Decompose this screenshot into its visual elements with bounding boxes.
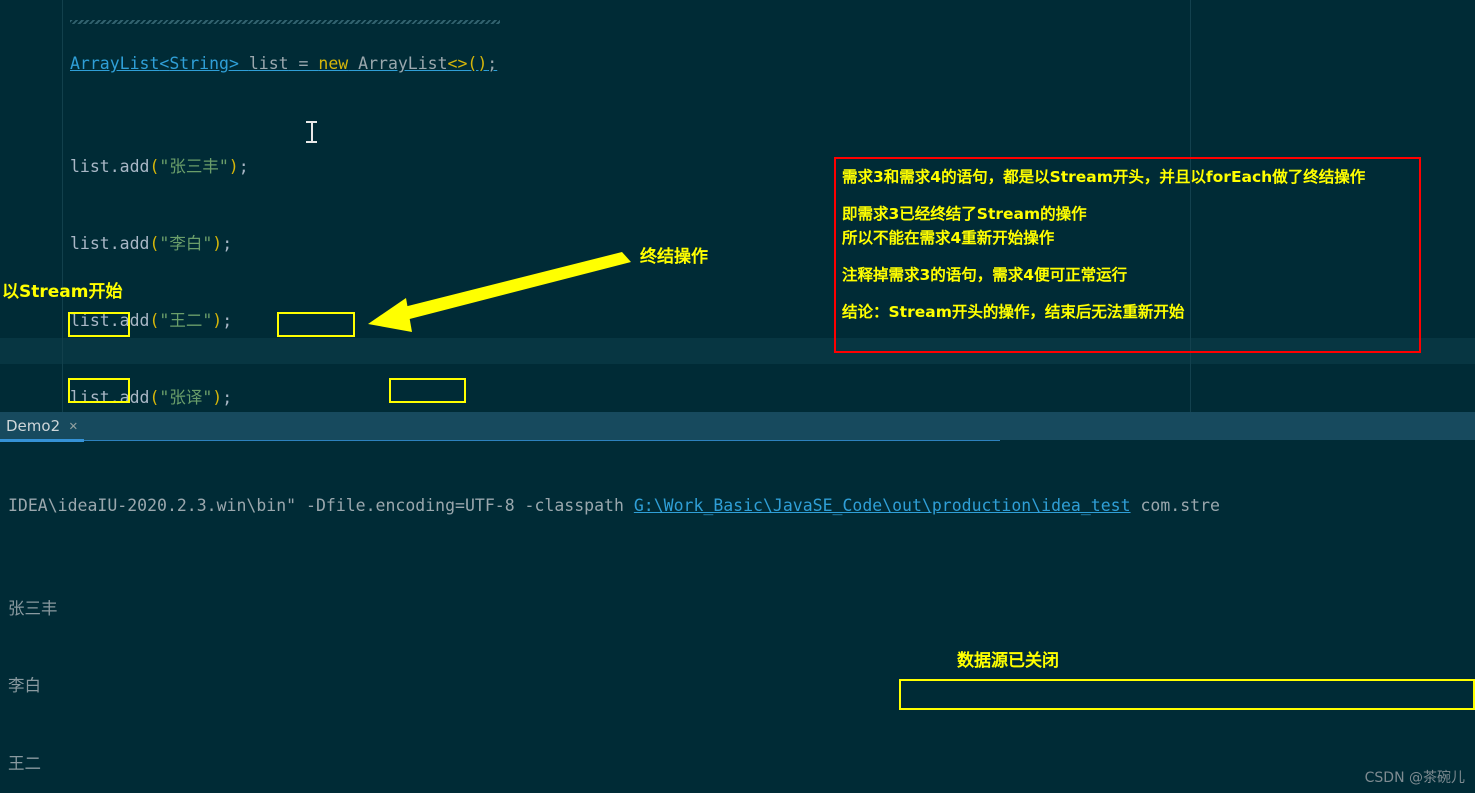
code-line-5: list.add("张译"); (70, 388, 233, 408)
token-name-1: 李白 (169, 234, 203, 254)
token-arraylist: ArrayList (70, 54, 160, 74)
token-name-2: 王二 (169, 311, 203, 331)
token-string-generic: String (169, 54, 229, 74)
mouse-cursor-icon (306, 121, 317, 143)
annotation-stream-start: 以Stream开始 (2, 282, 123, 302)
console-out-1: 李白 (8, 676, 41, 696)
console-out-0: 张三丰 (8, 598, 58, 618)
console-line-command: IDEA\ideaIU-2020.2.3.win\bin" -Dfile.enc… (0, 493, 1475, 519)
token-name-3: 张译 (169, 388, 203, 408)
ide-window: ArrayList<String> list = new ArrayList<>… (0, 0, 1475, 793)
token-new-keyword: new (318, 54, 349, 74)
redbox-line-6: 注释掉需求3的语句，需求4便可正常运行 (842, 266, 1128, 284)
code-line-1: ArrayList<String> list = new ArrayList<>… (70, 54, 498, 74)
console-cmd-prefix: IDEA\ideaIU-2020.2.3.win\bin" -Dfile.enc… (8, 495, 634, 515)
close-icon[interactable]: ✕ (69, 419, 77, 433)
console-tabbar: Demo2 ✕ (0, 412, 1475, 440)
console-output[interactable]: IDEA\ideaIU-2020.2.3.win\bin" -Dfile.enc… (0, 441, 1475, 793)
redbox-line-4: 所以不能在需求4重新开始操作 (842, 229, 1055, 247)
redbox-gap-2 (842, 250, 1417, 263)
token-list-var: list (248, 54, 289, 74)
console-tab-label: Demo2 (6, 417, 61, 435)
watermark: CSDN @茶碗儿 (1364, 770, 1465, 786)
console-out-2: 王二 (8, 753, 41, 773)
annotation-red-box-text: 需求3和需求4的语句，都是以Stream开头，并且以forEach做了终结操作 … (842, 165, 1417, 324)
redbox-line-1: 需求3和需求4的语句，都是以Stream开头，并且以forEach做了终结操作 (842, 168, 1366, 186)
annotation-datasource-closed: 数据源已关闭 (957, 651, 1059, 671)
run-console-panel: Demo2 ✕ IDEA\ideaIU-2020.2.3.win\bin" -D… (0, 412, 1475, 793)
redbox-gap-3 (842, 287, 1417, 300)
token-name-0: 张三丰 (169, 157, 219, 177)
console-tab-demo2[interactable]: Demo2 ✕ (0, 412, 92, 440)
console-cmd-suffix: com.stre (1130, 495, 1220, 515)
code-editor[interactable]: ArrayList<String> list = new ArrayList<>… (0, 0, 1475, 412)
console-classpath-link[interactable]: G:\Work_Basic\JavaSE_Code\out\production… (634, 496, 1131, 515)
redbox-line-8: 结论：Stream开头的操作，结束后无法重新开始 (842, 303, 1185, 321)
redbox-gap-1 (842, 189, 1417, 202)
gutter-divider (62, 0, 63, 412)
annotation-terminal-op: 终结操作 (640, 247, 708, 267)
redbox-line-3: 即需求3已经终结了Stream的操作 (842, 205, 1087, 223)
